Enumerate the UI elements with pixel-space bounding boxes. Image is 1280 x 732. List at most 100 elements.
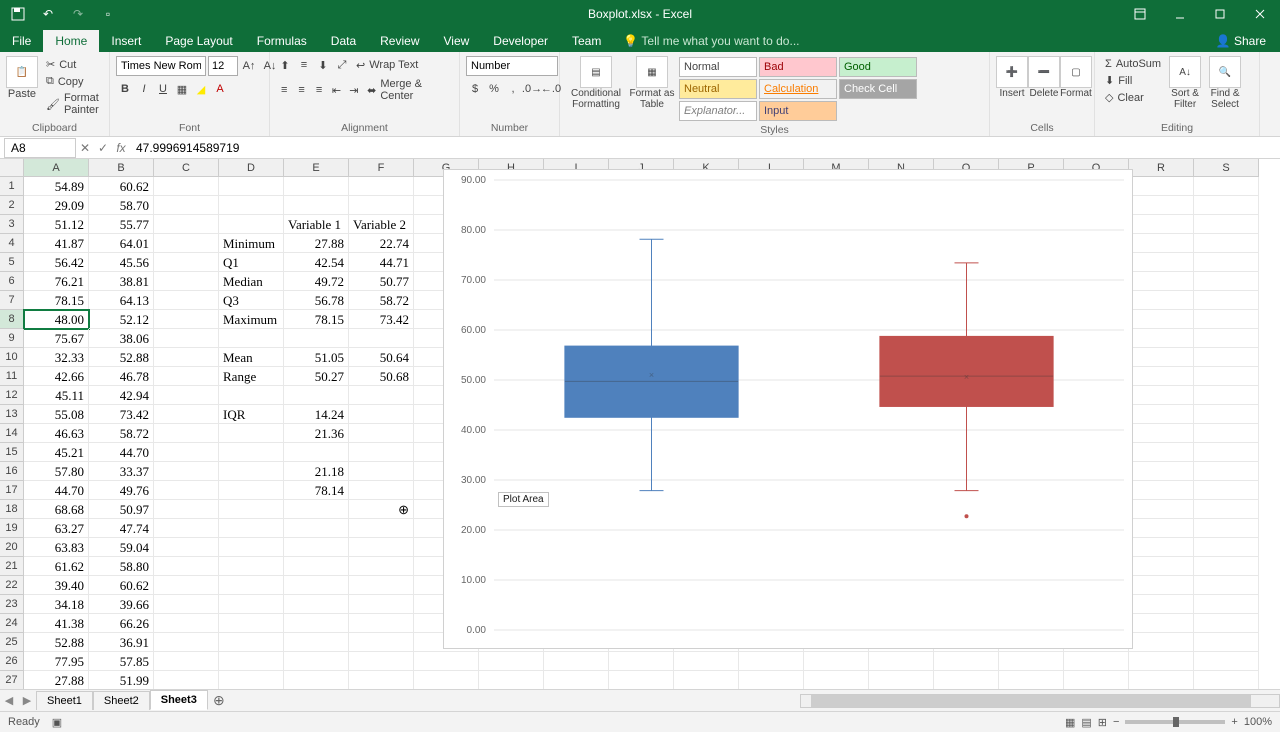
cell-C8[interactable]: [154, 310, 219, 329]
sort-filter-button[interactable]: A↓Sort & Filter: [1165, 56, 1205, 110]
cell-I26[interactable]: [544, 652, 609, 671]
view-normal-icon[interactable]: ▦: [1065, 716, 1075, 729]
cell-A7[interactable]: 78.15: [24, 291, 89, 310]
cell-S13[interactable]: [1194, 405, 1259, 424]
cell-D21[interactable]: [219, 557, 284, 576]
fill-button[interactable]: ⬇Fill: [1101, 72, 1165, 89]
tab-developer[interactable]: Developer: [481, 30, 560, 52]
cell-O27[interactable]: [934, 671, 999, 689]
cell-A14[interactable]: 46.63: [24, 424, 89, 443]
align-center-icon[interactable]: ≡: [293, 81, 309, 99]
cell-R18[interactable]: [1129, 500, 1194, 519]
cell-F23[interactable]: [349, 595, 414, 614]
cell-B12[interactable]: 42.94: [89, 386, 154, 405]
cell-R15[interactable]: [1129, 443, 1194, 462]
cell-S23[interactable]: [1194, 595, 1259, 614]
cell-F5[interactable]: 44.71: [349, 253, 414, 272]
cell-E7[interactable]: 56.78: [284, 291, 349, 310]
format-painter-button[interactable]: 🖌Format Painter: [42, 90, 103, 118]
cell-S24[interactable]: [1194, 614, 1259, 633]
cell-A27[interactable]: 27.88: [24, 671, 89, 689]
undo-icon[interactable]: ↶: [40, 6, 56, 22]
cell-B17[interactable]: 49.76: [89, 481, 154, 500]
save-icon[interactable]: [10, 6, 26, 22]
add-sheet-button[interactable]: ⊕: [208, 692, 230, 709]
cell-B26[interactable]: 57.85: [89, 652, 154, 671]
number-format-select[interactable]: [466, 56, 558, 76]
cell-F22[interactable]: [349, 576, 414, 595]
tab-formulas[interactable]: Formulas: [245, 30, 319, 52]
tab-team[interactable]: Team: [560, 30, 613, 52]
row-header-23[interactable]: 23: [0, 595, 24, 614]
cell-E6[interactable]: 49.72: [284, 272, 349, 291]
column-header-D[interactable]: D: [219, 159, 284, 177]
cell-S5[interactable]: [1194, 253, 1259, 272]
zoom-in-icon[interactable]: +: [1231, 716, 1237, 728]
row-header-20[interactable]: 20: [0, 538, 24, 557]
row-header-6[interactable]: 6: [0, 272, 24, 291]
cell-D15[interactable]: [219, 443, 284, 462]
cell-A8[interactable]: 48.00: [24, 310, 89, 329]
row-header-7[interactable]: 7: [0, 291, 24, 310]
cell-A10[interactable]: 32.33: [24, 348, 89, 367]
cell-D6[interactable]: Median: [219, 272, 284, 291]
cell-C14[interactable]: [154, 424, 219, 443]
cell-D26[interactable]: [219, 652, 284, 671]
share-button[interactable]: 👤 Share: [1202, 30, 1280, 52]
cell-E25[interactable]: [284, 633, 349, 652]
zoom-out-icon[interactable]: −: [1113, 716, 1119, 728]
cell-S8[interactable]: [1194, 310, 1259, 329]
cell-B19[interactable]: 47.74: [89, 519, 154, 538]
row-header-21[interactable]: 21: [0, 557, 24, 576]
cell-R6[interactable]: [1129, 272, 1194, 291]
cell-R14[interactable]: [1129, 424, 1194, 443]
cell-C12[interactable]: [154, 386, 219, 405]
cell-B21[interactable]: 58.80: [89, 557, 154, 576]
sheet-tab-2[interactable]: Sheet2: [93, 691, 150, 710]
conditional-formatting-button[interactable]: ▤Conditional Formatting: [566, 56, 626, 110]
cell-C16[interactable]: [154, 462, 219, 481]
cell-C18[interactable]: [154, 500, 219, 519]
cell-R11[interactable]: [1129, 367, 1194, 386]
row-header-24[interactable]: 24: [0, 614, 24, 633]
cell-C11[interactable]: [154, 367, 219, 386]
cell-C15[interactable]: [154, 443, 219, 462]
row-header-16[interactable]: 16: [0, 462, 24, 481]
style-bad[interactable]: Bad: [759, 57, 837, 77]
cell-F14[interactable]: [349, 424, 414, 443]
cell-S15[interactable]: [1194, 443, 1259, 462]
row-header-18[interactable]: 18: [0, 500, 24, 519]
cell-S17[interactable]: [1194, 481, 1259, 500]
cell-E23[interactable]: [284, 595, 349, 614]
increase-font-icon[interactable]: A↑: [240, 57, 258, 75]
fx-icon[interactable]: fx: [112, 141, 130, 155]
cell-R1[interactable]: [1129, 177, 1194, 196]
cell-B1[interactable]: 60.62: [89, 177, 154, 196]
cell-F18[interactable]: ⊕: [349, 500, 414, 519]
cell-B18[interactable]: 50.97: [89, 500, 154, 519]
cell-S19[interactable]: [1194, 519, 1259, 538]
cell-S18[interactable]: [1194, 500, 1259, 519]
cell-C7[interactable]: [154, 291, 219, 310]
row-header-10[interactable]: 10: [0, 348, 24, 367]
column-header-R[interactable]: R: [1129, 159, 1194, 177]
cell-D18[interactable]: [219, 500, 284, 519]
cell-F12[interactable]: [349, 386, 414, 405]
cell-R2[interactable]: [1129, 196, 1194, 215]
tab-review[interactable]: Review: [368, 30, 431, 52]
cell-A19[interactable]: 63.27: [24, 519, 89, 538]
cell-E21[interactable]: [284, 557, 349, 576]
cell-F19[interactable]: [349, 519, 414, 538]
cell-R21[interactable]: [1129, 557, 1194, 576]
sheet-tab-1[interactable]: Sheet1: [36, 691, 93, 710]
cell-S22[interactable]: [1194, 576, 1259, 595]
cell-D20[interactable]: [219, 538, 284, 557]
cell-F25[interactable]: [349, 633, 414, 652]
fill-color-button[interactable]: ◢: [192, 80, 210, 98]
qa-customize-icon[interactable]: ▫: [100, 6, 116, 22]
decimal-dec-icon[interactable]: ←.0: [542, 80, 560, 98]
cell-D16[interactable]: [219, 462, 284, 481]
cell-D14[interactable]: [219, 424, 284, 443]
cell-F24[interactable]: [349, 614, 414, 633]
cell-E14[interactable]: 21.36: [284, 424, 349, 443]
